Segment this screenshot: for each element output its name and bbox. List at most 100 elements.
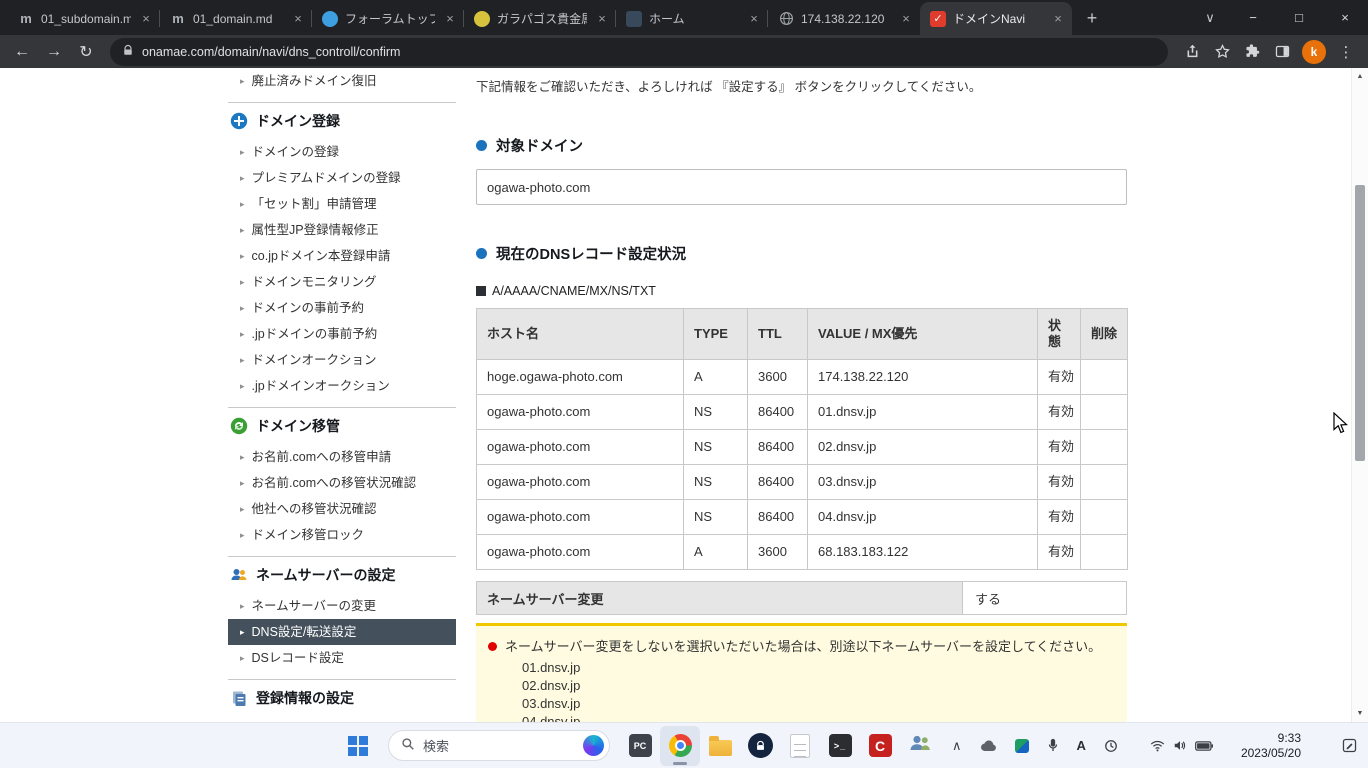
arrow-bullet-icon: ▸ <box>240 326 245 342</box>
sidebar-item[interactable]: ▸属性型JP登録情報修正 <box>228 217 456 243</box>
tab-close-icon[interactable]: × <box>290 11 306 27</box>
scrollbar-thumb[interactable] <box>1355 185 1365 461</box>
start-button[interactable] <box>338 726 378 766</box>
sidebar-item[interactable]: ▸ドメインの事前予約 <box>228 295 456 321</box>
extensions-puzzle-icon[interactable] <box>1242 42 1262 62</box>
tray-app-icon[interactable] <box>1015 739 1029 753</box>
tab-forum-top[interactable]: フォーラムトップ - パ × <box>312 2 464 35</box>
tab-search-chevron-icon[interactable]: ∨ <box>1190 0 1230 35</box>
taskbar-app-terminal[interactable]: >_ <box>820 726 860 766</box>
new-tab-button[interactable]: + <box>1078 4 1106 32</box>
ime-indicator[interactable]: A <box>1077 738 1086 753</box>
people-icon <box>909 733 931 758</box>
tab-close-icon[interactable]: × <box>442 11 458 27</box>
microphone-icon[interactable] <box>1047 738 1059 753</box>
sidebar-item-dns-settings-active[interactable]: ▸DNS設定/転送設定 <box>228 619 456 645</box>
sidebar-item-domain-restore[interactable]: ▸ 廃止済みドメイン復旧 <box>228 68 456 94</box>
sidebar-item[interactable]: ▸他社への移管状況確認 <box>228 496 456 522</box>
table-header-row: ホスト名 TYPE TTL VALUE / MX優先 状態 削除 <box>477 309 1128 360</box>
taskbar-date: 2023/05/20 <box>1241 746 1301 761</box>
cell-type: NS <box>684 430 748 465</box>
tab-close-icon[interactable]: × <box>746 11 762 27</box>
tab-01-subdomain[interactable]: m 01_subdomain.md × <box>8 2 160 35</box>
sidebar-item[interactable]: ▸.jpドメインオークション <box>228 373 456 399</box>
cell-state: 有効 <box>1038 430 1081 465</box>
tab-close-icon[interactable]: × <box>898 11 914 27</box>
pc-app-icon: PC <box>629 734 652 757</box>
window-maximize-button[interactable]: □ <box>1276 0 1322 35</box>
taskbar-app-password-manager[interactable] <box>740 726 780 766</box>
vertical-scrollbar[interactable]: ▲ ▼ <box>1351 68 1368 722</box>
nameserver-change-value: する <box>963 582 1126 614</box>
taskbar-clock[interactable]: 9:33 2023/05/20 <box>1241 731 1301 761</box>
tab-close-icon[interactable]: × <box>1050 11 1066 27</box>
column-header-value: VALUE / MX優先 <box>808 309 1038 360</box>
bookmark-star-icon[interactable] <box>1212 42 1232 62</box>
sidebar-item[interactable]: ▸「セット割」申請管理 <box>228 191 456 217</box>
tab-galapagos[interactable]: ガラパゴス貴金属/ × <box>464 2 616 35</box>
sidebar-item[interactable]: ▸ドメインの登録 <box>228 139 456 165</box>
tab-ip-address[interactable]: 174.138.22.120 × <box>768 2 920 35</box>
cell-type: NS <box>684 395 748 430</box>
window-minimize-button[interactable]: − <box>1230 0 1276 35</box>
scroll-up-button[interactable]: ▲ <box>1352 68 1368 85</box>
window-close-button[interactable]: × <box>1322 0 1368 35</box>
taskbar-search-box[interactable]: 検索 <box>388 730 610 761</box>
tab-home[interactable]: ホーム × <box>616 2 768 35</box>
sidebar-item[interactable]: ▸ドメイン移管ロック <box>228 522 456 548</box>
scroll-down-button[interactable]: ▼ <box>1352 705 1368 722</box>
sidebar-item[interactable]: ▸co.jpドメイン本登録申請 <box>228 243 456 269</box>
back-button[interactable]: ← <box>8 38 36 66</box>
sidebar-item[interactable]: ▸プレミアムドメインの登録 <box>228 165 456 191</box>
tab-title: 174.138.22.120 <box>801 12 891 26</box>
taskbar-app-explorer[interactable] <box>700 726 740 766</box>
sidebar-item[interactable]: ▸ドメインモニタリング <box>228 269 456 295</box>
sidebar-item-label: ドメインWhois情報変更 <box>252 721 387 722</box>
sidebar-item[interactable]: ▸ドメインオークション <box>228 347 456 373</box>
sidebar-item-label: プレミアムドメインの登録 <box>252 170 401 186</box>
network-sound-battery-cluster[interactable] <box>1150 739 1213 752</box>
sidebar-item[interactable]: ▸ドメインWhois情報変更 <box>228 716 456 722</box>
nameserver-entry: 03.dnsv.jp <box>522 695 1115 713</box>
taskbar-app-c[interactable]: C <box>860 726 900 766</box>
taskbar-app-contacts[interactable] <box>900 726 940 766</box>
notification-pen-icon[interactable] <box>1341 737 1358 754</box>
clock-tray-icon[interactable] <box>1104 739 1118 753</box>
profile-avatar[interactable]: k <box>1302 40 1326 64</box>
red-bullet-icon <box>488 642 497 651</box>
arrow-bullet-icon: ▸ <box>240 624 245 640</box>
onamae-favicon: ✓ <box>930 11 946 27</box>
cell-value: 68.183.183.122 <box>808 535 1038 570</box>
arrow-bullet-icon: ▸ <box>240 449 245 465</box>
onedrive-cloud-icon[interactable] <box>980 740 997 752</box>
hidden-icons-chevron[interactable]: ∧ <box>952 738 962 754</box>
sidebar-item-label: お名前.comへの移管状況確認 <box>252 475 417 491</box>
sidebar-item-label: ドメインの登録 <box>252 144 340 160</box>
column-header-delete: 削除 <box>1081 309 1128 360</box>
sidebar-item[interactable]: ▸.jpドメインの事前予約 <box>228 321 456 347</box>
share-icon[interactable] <box>1182 42 1202 62</box>
reload-button[interactable]: ↻ <box>72 38 100 66</box>
sidebar-section-domain-transfer: ドメイン移管 <box>228 407 456 444</box>
sidebar-item[interactable]: ▸DSレコード設定 <box>228 645 456 671</box>
cell-value: 03.dnsv.jp <box>808 465 1038 500</box>
tab-domain-navi[interactable]: ✓ ドメインNavi × <box>920 2 1072 35</box>
taskbar-app-chrome[interactable] <box>660 726 700 766</box>
target-domain-value: ogawa-photo.com <box>487 180 590 195</box>
cell-delete <box>1081 465 1128 500</box>
page-viewport: ▸ 廃止済みドメイン復旧 ドメイン登録 ▸ドメインの登録 ▸プレミアムドメインの… <box>0 68 1368 722</box>
address-bar[interactable]: onamae.com/domain/navi/dns_controll/conf… <box>110 38 1168 66</box>
sidebar-item[interactable]: ▸お名前.comへの移管状況確認 <box>228 470 456 496</box>
side-panel-icon[interactable] <box>1272 42 1292 62</box>
tab-close-icon[interactable]: × <box>594 11 610 27</box>
tab-01-domain[interactable]: m 01_domain.md × <box>160 2 312 35</box>
browser-menu-icon[interactable]: ⋮ <box>1336 42 1356 62</box>
tab-close-icon[interactable]: × <box>138 11 154 27</box>
cell-host: ogawa-photo.com <box>477 465 684 500</box>
lock-circle-icon <box>748 733 773 758</box>
sidebar-item[interactable]: ▸ネームサーバーの変更 <box>228 593 456 619</box>
taskbar-app-pc[interactable]: PC <box>620 726 660 766</box>
taskbar-app-notepad[interactable] <box>780 726 820 766</box>
forward-button[interactable]: → <box>40 38 68 66</box>
sidebar-item[interactable]: ▸お名前.comへの移管申請 <box>228 444 456 470</box>
